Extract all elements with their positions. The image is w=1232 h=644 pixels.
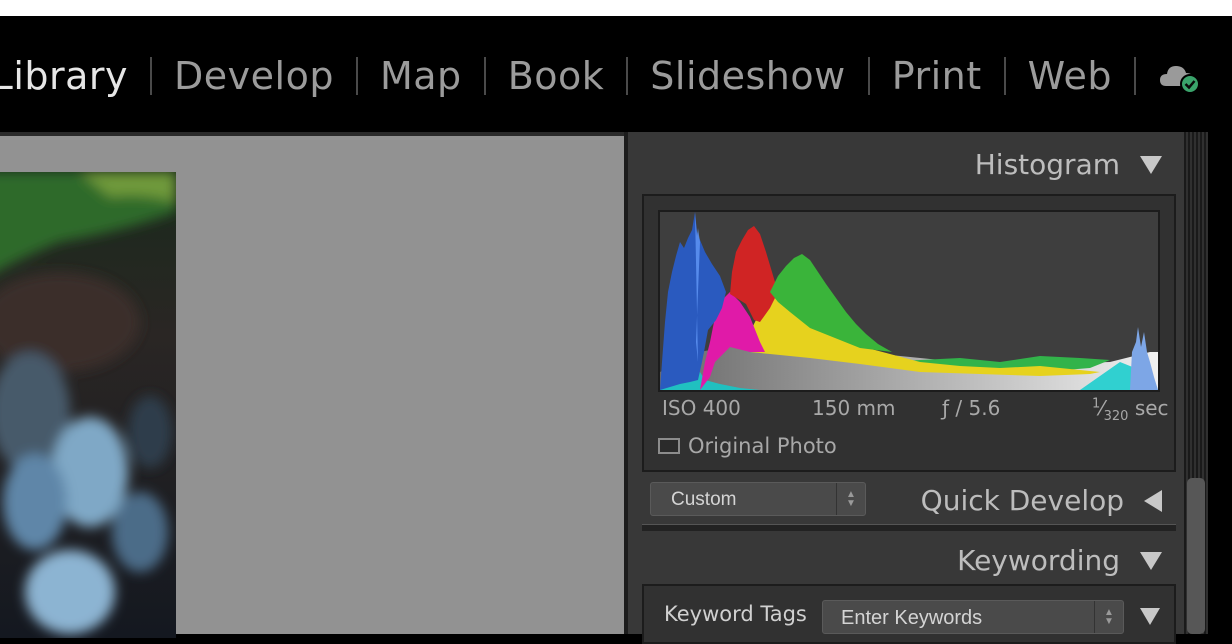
- histogram-panel: ISO 400 150 mm ƒ / 5.6 1⁄320 sec Origina…: [642, 194, 1176, 472]
- panel-divider: [642, 524, 1176, 531]
- module-print[interactable]: Print: [892, 54, 982, 98]
- exif-iso: ISO 400: [662, 396, 741, 420]
- shutter-unit: sec: [1134, 396, 1169, 420]
- keyword-tags-select[interactable]: Enter Keywords ▲ ▼: [822, 600, 1124, 634]
- keywording-panel: Keyword Tags Enter Keywords ▲ ▼: [642, 584, 1176, 644]
- exif-focal-length: 150 mm: [812, 396, 896, 420]
- photo-preview[interactable]: [0, 172, 176, 638]
- panel-scrollbar-thumb[interactable]: [1187, 478, 1205, 634]
- keywording-title: Keywording: [957, 544, 1120, 577]
- image-viewer[interactable]: [0, 132, 624, 638]
- module-map[interactable]: Map: [380, 54, 462, 98]
- triangle-down-icon[interactable]: [1140, 551, 1162, 570]
- module-separator: [626, 57, 629, 95]
- quick-develop-preset-select[interactable]: Custom ▲ ▼: [650, 482, 866, 516]
- top-strip: [0, 0, 1232, 16]
- histogram-header[interactable]: Histogram: [975, 148, 1162, 181]
- module-picker: Library Develop Map Book Slideshow Print…: [0, 52, 1202, 100]
- original-photo-checkbox[interactable]: [658, 438, 680, 454]
- triangle-left-icon[interactable]: [1144, 489, 1162, 512]
- histogram-title: Histogram: [974, 148, 1120, 181]
- module-slideshow[interactable]: Slideshow: [650, 54, 845, 98]
- module-separator: [355, 57, 358, 95]
- stepper-arrows-icon: ▲ ▼: [836, 483, 865, 515]
- module-separator: [1134, 57, 1136, 95]
- module-web[interactable]: Web: [1028, 54, 1112, 98]
- quick-develop-preset-value: Custom: [671, 489, 737, 510]
- module-separator: [150, 57, 153, 95]
- cloud-sync-icon[interactable]: [1158, 56, 1202, 96]
- triangle-down-icon[interactable]: [1140, 155, 1162, 174]
- shutter-denominator: 320: [1103, 409, 1129, 424]
- module-separator: [867, 57, 870, 95]
- keyword-tags-value: Enter Keywords: [841, 607, 983, 629]
- quick-develop-header[interactable]: Quick Develop: [921, 484, 1162, 517]
- original-photo-toggle[interactable]: Original Photo: [658, 434, 837, 458]
- module-separator: [483, 57, 486, 95]
- exif-shutter-speed: 1⁄320 sec: [1092, 396, 1169, 424]
- module-library[interactable]: Library: [0, 54, 128, 98]
- right-edge: [1208, 132, 1232, 634]
- keyword-menu-triangle-icon[interactable]: [1140, 608, 1160, 625]
- exif-aperture: ƒ / 5.6: [942, 396, 1001, 420]
- module-book[interactable]: Book: [508, 54, 605, 98]
- original-photo-label: Original Photo: [688, 434, 837, 458]
- right-panel: Histogram ISO 400 150 mm ƒ / 5.6 1⁄320 s…: [624, 132, 1184, 644]
- module-develop[interactable]: Develop: [174, 54, 334, 98]
- stepper-arrows-icon: ▲ ▼: [1094, 601, 1123, 633]
- shutter-numerator: 1: [1092, 396, 1101, 412]
- module-separator: [1003, 57, 1006, 95]
- quick-develop-title: Quick Develop: [920, 484, 1124, 517]
- keyword-tags-label: Keyword Tags: [664, 602, 807, 626]
- histogram-graph[interactable]: [658, 210, 1160, 392]
- keywording-header[interactable]: Keywording: [957, 544, 1162, 577]
